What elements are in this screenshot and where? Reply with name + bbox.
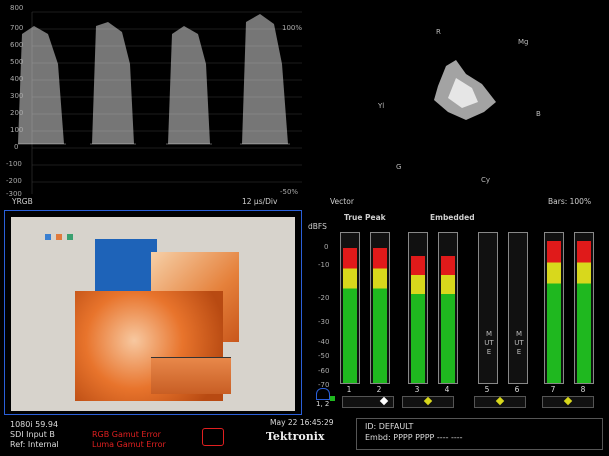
status-ref: Ref: Internal bbox=[10, 440, 59, 449]
audio-scale-20: -20 bbox=[318, 294, 330, 302]
wf-scale-0: 0 bbox=[14, 143, 19, 151]
wf-scale-200: 200 bbox=[10, 109, 24, 117]
blue-panel-image bbox=[95, 239, 157, 291]
audio-meter-ch7 bbox=[544, 232, 564, 384]
audio-meter-fill-ch3 bbox=[411, 255, 425, 383]
audio-meter-fill-ch4 bbox=[441, 255, 455, 383]
brand-logo: Tektronix bbox=[266, 430, 325, 443]
audio-meter-ch3 bbox=[408, 232, 428, 384]
audio-meter-fill-ch1 bbox=[343, 248, 357, 383]
audio-active-indicator bbox=[330, 396, 335, 401]
audio-scale-50: -50 bbox=[318, 352, 330, 360]
audio-meter-ch6 bbox=[508, 232, 528, 384]
audio-scale-10: -10 bbox=[318, 261, 330, 269]
vector-bars: Bars: 100% bbox=[548, 197, 592, 206]
status-error-rgb-gamut: RGB Gamut Error bbox=[92, 430, 161, 439]
waveform-graticule bbox=[18, 11, 302, 194]
status-id: ID: DEFAULT bbox=[365, 422, 414, 431]
wf-scale-700: 700 bbox=[10, 24, 24, 32]
wf-scale-600: 600 bbox=[10, 41, 24, 49]
vector-target-yl: Yl bbox=[377, 102, 384, 110]
status-id-box: ID: DEFAULT Embd: PPPP PPPP ---- ---- bbox=[356, 418, 603, 450]
wf-scale-400: 400 bbox=[10, 75, 24, 83]
waveform-pane[interactable]: 800 700 600 500 400 300 200 100 0 -100 -… bbox=[4, 4, 302, 206]
audio-channel-label-5: 5 bbox=[484, 385, 490, 394]
audio-header-true-peak: True Peak bbox=[344, 213, 386, 222]
audio-meter-ch1 bbox=[340, 232, 360, 384]
waveform-title: YRGB bbox=[12, 197, 33, 206]
lower-panel-image bbox=[151, 357, 231, 394]
status-timestamp: May 22 16:45:29 bbox=[270, 418, 334, 427]
vector-target-r: R bbox=[436, 28, 441, 36]
audio-meter-ch4 bbox=[438, 232, 458, 384]
audio-scale-60: -60 bbox=[318, 367, 330, 375]
status-format: 1080i 59.94 bbox=[10, 420, 59, 429]
audio-channel-label-8: 8 bbox=[580, 385, 586, 394]
vector-target-b: B bbox=[536, 110, 541, 118]
audio-meter-fill-ch2 bbox=[373, 248, 387, 383]
wf-scale-300: 300 bbox=[10, 92, 24, 100]
audio-meter-fill-ch7 bbox=[547, 240, 561, 383]
balance-slider-78[interactable] bbox=[542, 396, 594, 408]
audio-scale-30: -30 bbox=[318, 318, 330, 326]
audio-channel-label-4: 4 bbox=[444, 385, 450, 394]
audio-meter-ch8 bbox=[574, 232, 594, 384]
wf-scale-500: 500 bbox=[10, 58, 24, 66]
wf-pct-bottom: -50% bbox=[280, 188, 299, 196]
status-embd: Embd: PPPP PPPP ---- ---- bbox=[365, 433, 463, 442]
audio-pane[interactable]: True Peak Embedded dBFS 0 -10 -20 -30 -4… bbox=[306, 210, 605, 415]
balance-slider-12[interactable] bbox=[342, 396, 394, 408]
audio-channel-label-2: 2 bbox=[376, 385, 382, 394]
vectorscope-display: R Mg B Cy G Yl bbox=[377, 28, 541, 184]
wf-scale-neg200: -200 bbox=[6, 177, 22, 185]
audio-header-embedded: Embedded bbox=[430, 213, 475, 222]
audio-pair-label: 1, 2 bbox=[316, 400, 330, 408]
wf-scale-100: 100 bbox=[10, 126, 24, 134]
color-swatch-orange bbox=[56, 234, 62, 240]
mute-label-ch6: MUTE bbox=[514, 330, 524, 356]
vector-pane[interactable]: R Mg B Cy G Yl Vector Bars: 100% bbox=[306, 4, 605, 206]
mute-label-ch5: MUTE bbox=[484, 330, 494, 356]
audio-meter-ch2 bbox=[370, 232, 390, 384]
balance-slider-56[interactable] bbox=[474, 396, 526, 408]
color-swatch-blue bbox=[45, 234, 51, 240]
vector-target-mg: Mg bbox=[518, 38, 528, 46]
picture-pane[interactable] bbox=[4, 210, 302, 415]
vector-target-cy: Cy bbox=[481, 176, 490, 184]
headphone-icon[interactable] bbox=[316, 388, 330, 400]
audio-channel-label-6: 6 bbox=[514, 385, 520, 394]
wf-scale-800: 800 bbox=[10, 4, 24, 12]
vector-target-g: G bbox=[396, 163, 401, 171]
wf-scale-neg100: -100 bbox=[6, 160, 22, 168]
status-input: SDI Input B bbox=[10, 430, 55, 439]
vector-title: Vector bbox=[330, 197, 354, 206]
audio-channel-label-3: 3 bbox=[414, 385, 420, 394]
status-error-luma-gamut: Luma Gamut Error bbox=[92, 440, 166, 449]
waveform-traces bbox=[18, 14, 288, 144]
audio-scale-0: 0 bbox=[324, 243, 329, 251]
picture-background bbox=[11, 217, 295, 411]
audio-unit-label: dBFS bbox=[308, 222, 327, 231]
audio-scale-40: -40 bbox=[318, 338, 330, 346]
audio-meter-fill-ch8 bbox=[577, 240, 591, 383]
waveform-timebase: 12 µs/Div bbox=[242, 197, 278, 206]
audio-channel-label-1: 1 bbox=[346, 385, 352, 394]
balance-slider-34[interactable] bbox=[402, 396, 454, 408]
color-swatch-green bbox=[67, 234, 73, 240]
audio-meter-ch5 bbox=[478, 232, 498, 384]
alarm-icon[interactable] bbox=[202, 428, 224, 446]
wf-pct-top: 100% bbox=[282, 24, 303, 32]
status-bar: 1080i 59.94 SDI Input B Ref: Internal RG… bbox=[4, 418, 605, 452]
audio-channel-label-7: 7 bbox=[550, 385, 556, 394]
